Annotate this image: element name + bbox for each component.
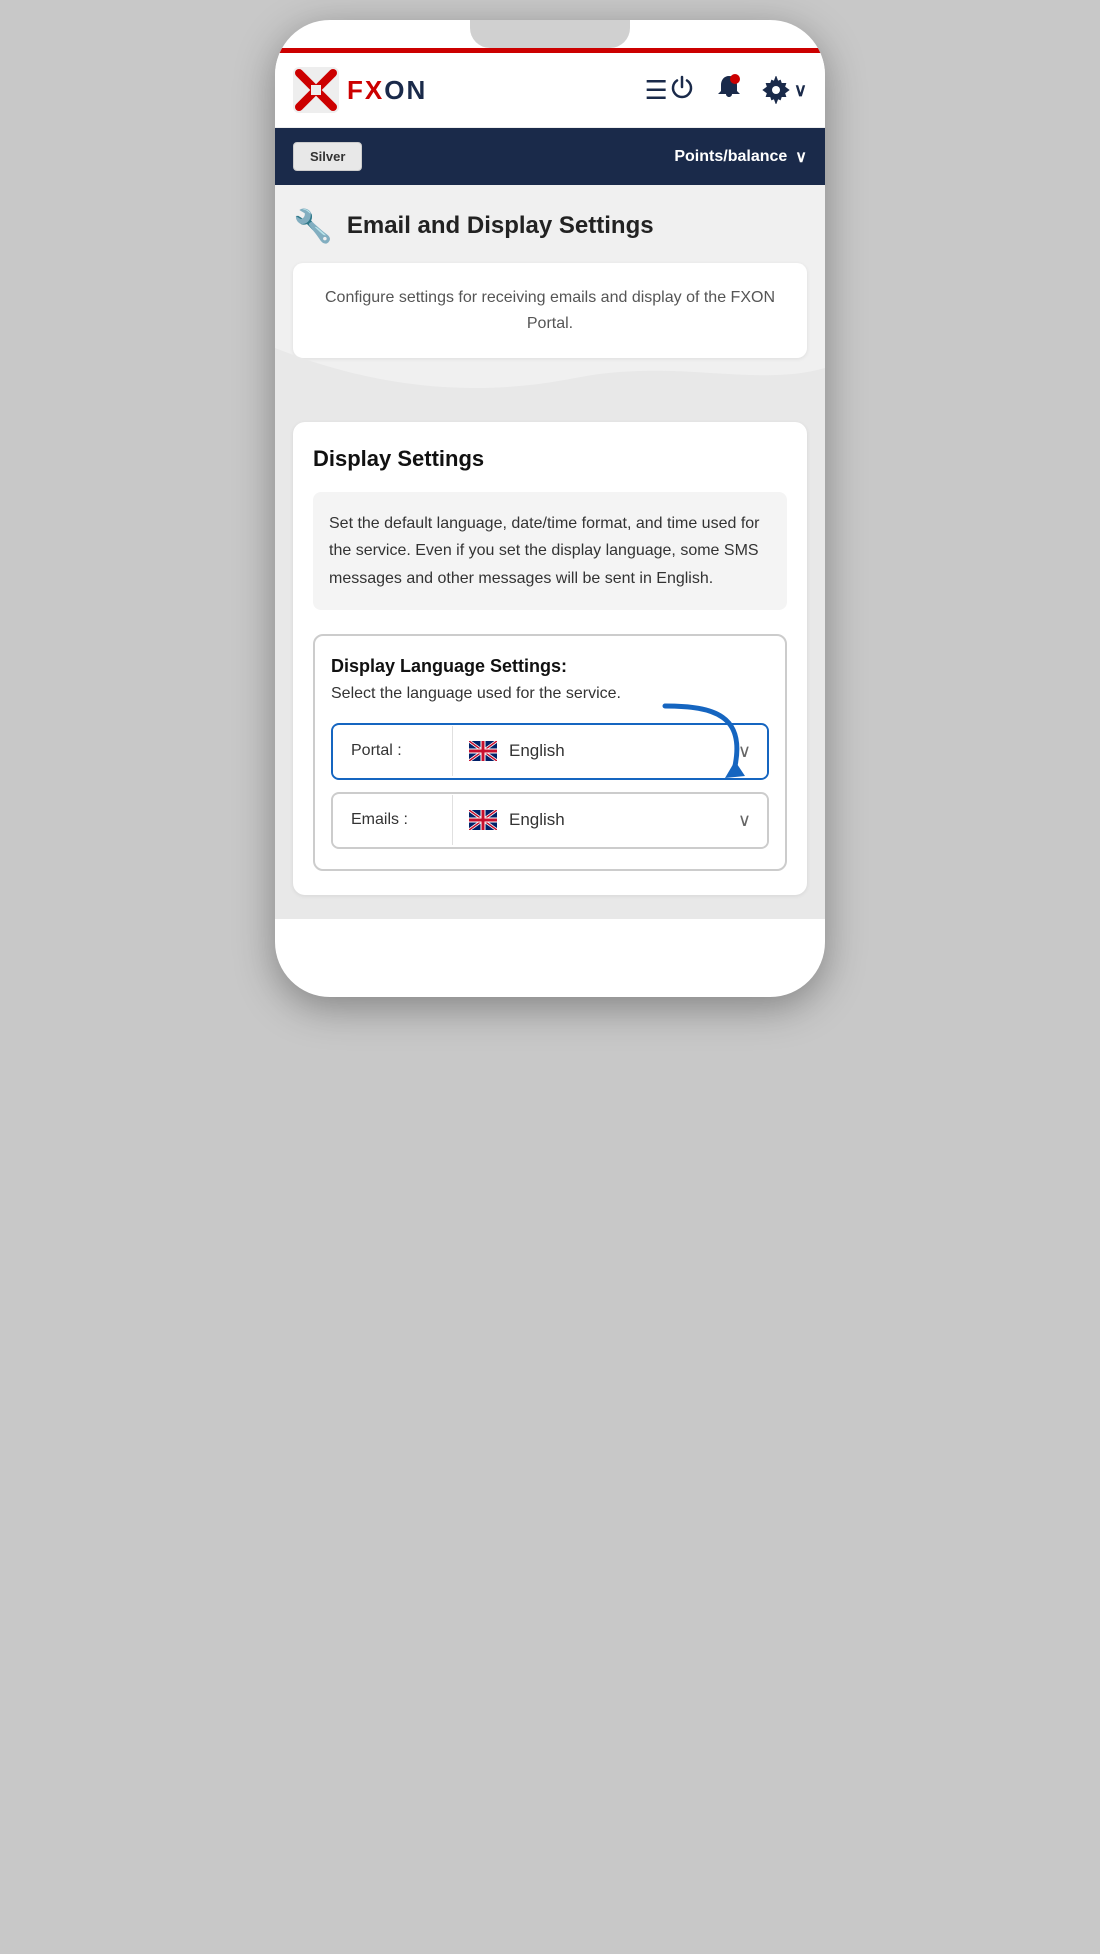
display-settings-card: Display Settings Set the default languag… xyxy=(293,422,807,895)
display-settings-title: Display Settings xyxy=(313,446,787,472)
wrench-icon: 🔧 xyxy=(293,207,333,245)
description-section: Configure settings for receiving emails … xyxy=(275,263,825,398)
page-title: Email and Display Settings xyxy=(347,212,654,240)
header-icons: ∨ xyxy=(668,73,807,108)
emails-select[interactable]: English ∨ xyxy=(453,794,767,847)
power-icon[interactable] xyxy=(668,73,696,108)
menu-button[interactable]: ☰ xyxy=(645,75,668,106)
uk-flag-portal xyxy=(469,741,497,761)
logo-icon xyxy=(293,67,339,113)
status-bar: Silver Points/balance ∨ xyxy=(275,128,825,185)
emails-lang-name: English xyxy=(509,810,565,830)
portal-select-inner: English xyxy=(469,741,565,761)
description-text: Configure settings for receiving emails … xyxy=(325,289,775,332)
arrow-icon xyxy=(655,696,755,796)
lang-settings-box: Display Language Settings: Select the la… xyxy=(313,634,787,871)
silver-badge[interactable]: Silver xyxy=(293,142,362,171)
emails-select-inner: English xyxy=(469,810,565,830)
app-header: FXON ☰ xyxy=(275,53,825,128)
gear-chevron: ∨ xyxy=(794,80,807,101)
wave-divider xyxy=(275,348,825,398)
emails-chevron-icon: ∨ xyxy=(738,810,751,831)
lang-settings-title: Display Language Settings: xyxy=(331,656,769,677)
bell-icon[interactable] xyxy=(716,73,742,108)
phone-frame: FXON ☰ xyxy=(275,20,825,997)
emails-language-row: Emails : English xyxy=(331,792,769,849)
gear-dropdown[interactable]: ∨ xyxy=(762,76,807,104)
points-chevron: ∨ xyxy=(795,147,807,167)
info-box: Set the default language, date/time form… xyxy=(313,492,787,610)
logo-text: FXON xyxy=(347,75,427,106)
logo: FXON xyxy=(293,67,627,113)
gear-icon xyxy=(762,76,790,104)
page-title-area: 🔧 Email and Display Settings xyxy=(275,185,825,263)
main-content: Display Settings Set the default languag… xyxy=(275,398,825,919)
uk-flag-emails xyxy=(469,810,497,830)
portal-label: Portal : xyxy=(333,726,453,776)
portal-lang-name: English xyxy=(509,741,565,761)
points-balance-button[interactable]: Points/balance ∨ xyxy=(674,147,807,167)
emails-label: Emails : xyxy=(333,795,453,845)
description-box: Configure settings for receiving emails … xyxy=(293,263,807,358)
phone-notch xyxy=(470,20,630,48)
